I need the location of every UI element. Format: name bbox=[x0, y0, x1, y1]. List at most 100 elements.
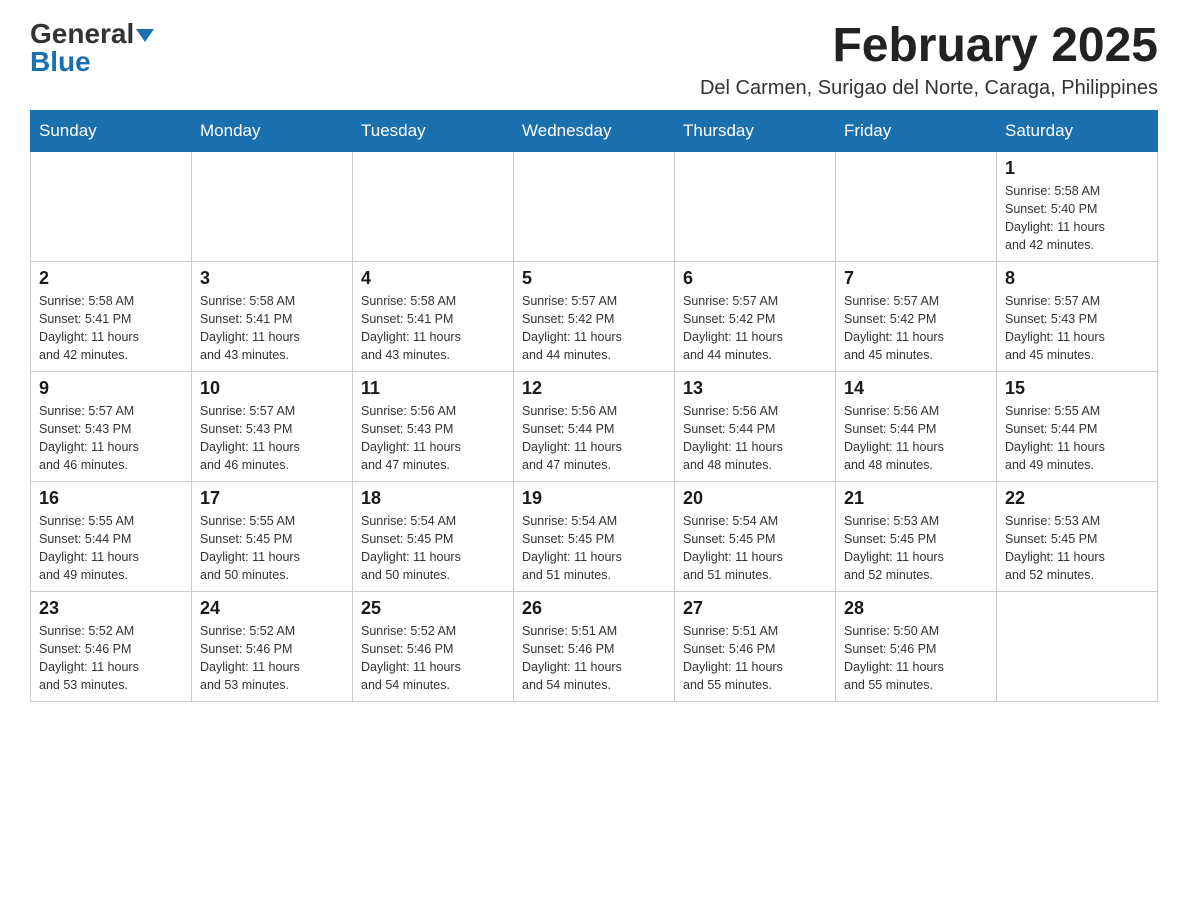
day-number: 25 bbox=[361, 598, 505, 619]
table-cell: 7 Sunrise: 5:57 AMSunset: 5:42 PMDaylight… bbox=[836, 261, 997, 371]
day-number: 13 bbox=[683, 378, 827, 399]
table-cell: 10 Sunrise: 5:57 AMSunset: 5:43 PMDayligh… bbox=[192, 371, 353, 481]
location-text: Del Carmen, Surigao del Norte, Caraga, P… bbox=[700, 77, 1158, 100]
table-row: 2 Sunrise: 5:58 AMSunset: 5:41 PMDaylight… bbox=[31, 261, 1158, 371]
table-cell bbox=[514, 151, 675, 261]
day-number: 16 bbox=[39, 488, 183, 509]
table-cell: 23 Sunrise: 5:52 AMSunset: 5:46 PMDayligh… bbox=[31, 591, 192, 701]
table-cell: 22 Sunrise: 5:53 AMSunset: 5:45 PMDayligh… bbox=[997, 481, 1158, 591]
col-wednesday: Wednesday bbox=[514, 110, 675, 151]
day-info: Sunrise: 5:56 AMSunset: 5:43 PMDaylight:… bbox=[361, 402, 505, 475]
table-cell bbox=[353, 151, 514, 261]
day-number: 6 bbox=[683, 268, 827, 289]
day-number: 22 bbox=[1005, 488, 1149, 509]
day-info: Sunrise: 5:54 AMSunset: 5:45 PMDaylight:… bbox=[683, 512, 827, 585]
table-row: 23 Sunrise: 5:52 AMSunset: 5:46 PMDayligh… bbox=[31, 591, 1158, 701]
day-number: 18 bbox=[361, 488, 505, 509]
page-header: General Blue February 2025 Del Carmen, S… bbox=[30, 20, 1158, 100]
day-number: 5 bbox=[522, 268, 666, 289]
day-info: Sunrise: 5:55 AMSunset: 5:44 PMDaylight:… bbox=[39, 512, 183, 585]
day-number: 14 bbox=[844, 378, 988, 399]
day-number: 8 bbox=[1005, 268, 1149, 289]
table-cell: 4 Sunrise: 5:58 AMSunset: 5:41 PMDaylight… bbox=[353, 261, 514, 371]
table-row: 16 Sunrise: 5:55 AMSunset: 5:44 PMDayligh… bbox=[31, 481, 1158, 591]
day-number: 1 bbox=[1005, 158, 1149, 179]
table-cell bbox=[997, 591, 1158, 701]
table-cell: 27Sunrise: 5:51 AMSunset: 5:46 PMDayligh… bbox=[675, 591, 836, 701]
day-number: 3 bbox=[200, 268, 344, 289]
day-info: Sunrise: 5:53 AMSunset: 5:45 PMDaylight:… bbox=[1005, 512, 1149, 585]
day-number: 10 bbox=[200, 378, 344, 399]
table-cell: 24Sunrise: 5:52 AMSunset: 5:46 PMDayligh… bbox=[192, 591, 353, 701]
day-number: 4 bbox=[361, 268, 505, 289]
day-info: Sunrise: 5:57 AMSunset: 5:43 PMDaylight:… bbox=[39, 402, 183, 475]
day-number: 21 bbox=[844, 488, 988, 509]
logo: General Blue bbox=[30, 20, 154, 76]
day-info: Sunrise: 5:55 AMSunset: 5:44 PMDaylight:… bbox=[1005, 402, 1149, 475]
day-number: 19 bbox=[522, 488, 666, 509]
day-info: Sunrise: 5:56 AMSunset: 5:44 PMDaylight:… bbox=[844, 402, 988, 475]
day-number: 2 bbox=[39, 268, 183, 289]
day-info: Sunrise: 5:57 AMSunset: 5:42 PMDaylight:… bbox=[844, 292, 988, 365]
logo-general-text: General bbox=[30, 18, 134, 49]
table-cell: 6 Sunrise: 5:57 AMSunset: 5:42 PMDaylight… bbox=[675, 261, 836, 371]
table-cell: 14 Sunrise: 5:56 AMSunset: 5:44 PMDayligh… bbox=[836, 371, 997, 481]
day-info: Sunrise: 5:57 AMSunset: 5:42 PMDaylight:… bbox=[683, 292, 827, 365]
day-info: Sunrise: 5:52 AMSunset: 5:46 PMDaylight:… bbox=[361, 622, 505, 695]
month-title: February 2025 bbox=[700, 20, 1158, 73]
day-info: Sunrise: 5:52 AMSunset: 5:46 PMDaylight:… bbox=[200, 622, 344, 695]
day-info: Sunrise: 5:50 AMSunset: 5:46 PMDaylight:… bbox=[844, 622, 988, 695]
day-info: Sunrise: 5:51 AMSunset: 5:46 PMDaylight:… bbox=[522, 622, 666, 695]
table-row: 1 Sunrise: 5:58 AMSunset: 5:40 PMDaylight… bbox=[31, 151, 1158, 261]
table-cell: 18 Sunrise: 5:54 AMSunset: 5:45 PMDayligh… bbox=[353, 481, 514, 591]
day-number: 7 bbox=[844, 268, 988, 289]
table-cell: 25 Sunrise: 5:52 AMSunset: 5:46 PMDayligh… bbox=[353, 591, 514, 701]
day-info: Sunrise: 5:58 AMSunset: 5:41 PMDaylight:… bbox=[200, 292, 344, 365]
day-info: Sunrise: 5:57 AMSunset: 5:42 PMDaylight:… bbox=[522, 292, 666, 365]
day-info: Sunrise: 5:58 AMSunset: 5:40 PMDaylight:… bbox=[1005, 182, 1149, 255]
table-cell: 2 Sunrise: 5:58 AMSunset: 5:41 PMDaylight… bbox=[31, 261, 192, 371]
col-tuesday: Tuesday bbox=[353, 110, 514, 151]
table-cell: 19 Sunrise: 5:54 AMSunset: 5:45 PMDayligh… bbox=[514, 481, 675, 591]
day-info: Sunrise: 5:52 AMSunset: 5:46 PMDaylight:… bbox=[39, 622, 183, 695]
table-cell: 16 Sunrise: 5:55 AMSunset: 5:44 PMDayligh… bbox=[31, 481, 192, 591]
day-info: Sunrise: 5:57 AMSunset: 5:43 PMDaylight:… bbox=[200, 402, 344, 475]
day-info: Sunrise: 5:54 AMSunset: 5:45 PMDaylight:… bbox=[522, 512, 666, 585]
col-monday: Monday bbox=[192, 110, 353, 151]
day-info: Sunrise: 5:56 AMSunset: 5:44 PMDaylight:… bbox=[522, 402, 666, 475]
day-info: Sunrise: 5:54 AMSunset: 5:45 PMDaylight:… bbox=[361, 512, 505, 585]
calendar-header: Sunday Monday Tuesday Wednesday Thursday… bbox=[31, 110, 1158, 151]
table-cell: 20Sunrise: 5:54 AMSunset: 5:45 PMDayligh… bbox=[675, 481, 836, 591]
day-number: 26 bbox=[522, 598, 666, 619]
table-cell: 17Sunrise: 5:55 AMSunset: 5:45 PMDayligh… bbox=[192, 481, 353, 591]
day-info: Sunrise: 5:53 AMSunset: 5:45 PMDaylight:… bbox=[844, 512, 988, 585]
table-cell: 21 Sunrise: 5:53 AMSunset: 5:45 PMDayligh… bbox=[836, 481, 997, 591]
logo-triangle-icon bbox=[136, 29, 154, 42]
table-cell: 9 Sunrise: 5:57 AMSunset: 5:43 PMDaylight… bbox=[31, 371, 192, 481]
day-number: 12 bbox=[522, 378, 666, 399]
day-number: 9 bbox=[39, 378, 183, 399]
day-number: 11 bbox=[361, 378, 505, 399]
day-info: Sunrise: 5:58 AMSunset: 5:41 PMDaylight:… bbox=[39, 292, 183, 365]
day-info: Sunrise: 5:55 AMSunset: 5:45 PMDaylight:… bbox=[200, 512, 344, 585]
day-info: Sunrise: 5:58 AMSunset: 5:41 PMDaylight:… bbox=[361, 292, 505, 365]
table-cell bbox=[675, 151, 836, 261]
day-info: Sunrise: 5:57 AMSunset: 5:43 PMDaylight:… bbox=[1005, 292, 1149, 365]
col-saturday: Saturday bbox=[997, 110, 1158, 151]
table-cell: 1 Sunrise: 5:58 AMSunset: 5:40 PMDaylight… bbox=[997, 151, 1158, 261]
table-cell bbox=[836, 151, 997, 261]
table-cell: 28 Sunrise: 5:50 AMSunset: 5:46 PMDayligh… bbox=[836, 591, 997, 701]
table-cell: 11 Sunrise: 5:56 AMSunset: 5:43 PMDayligh… bbox=[353, 371, 514, 481]
day-number: 15 bbox=[1005, 378, 1149, 399]
day-number: 23 bbox=[39, 598, 183, 619]
col-thursday: Thursday bbox=[675, 110, 836, 151]
table-cell: 5 Sunrise: 5:57 AMSunset: 5:42 PMDaylight… bbox=[514, 261, 675, 371]
col-friday: Friday bbox=[836, 110, 997, 151]
table-cell bbox=[31, 151, 192, 261]
calendar-body: 1 Sunrise: 5:58 AMSunset: 5:40 PMDaylight… bbox=[31, 151, 1158, 701]
header-row: Sunday Monday Tuesday Wednesday Thursday… bbox=[31, 110, 1158, 151]
day-number: 28 bbox=[844, 598, 988, 619]
table-cell: 12 Sunrise: 5:56 AMSunset: 5:44 PMDayligh… bbox=[514, 371, 675, 481]
day-info: Sunrise: 5:51 AMSunset: 5:46 PMDaylight:… bbox=[683, 622, 827, 695]
title-section: February 2025 Del Carmen, Surigao del No… bbox=[700, 20, 1158, 100]
